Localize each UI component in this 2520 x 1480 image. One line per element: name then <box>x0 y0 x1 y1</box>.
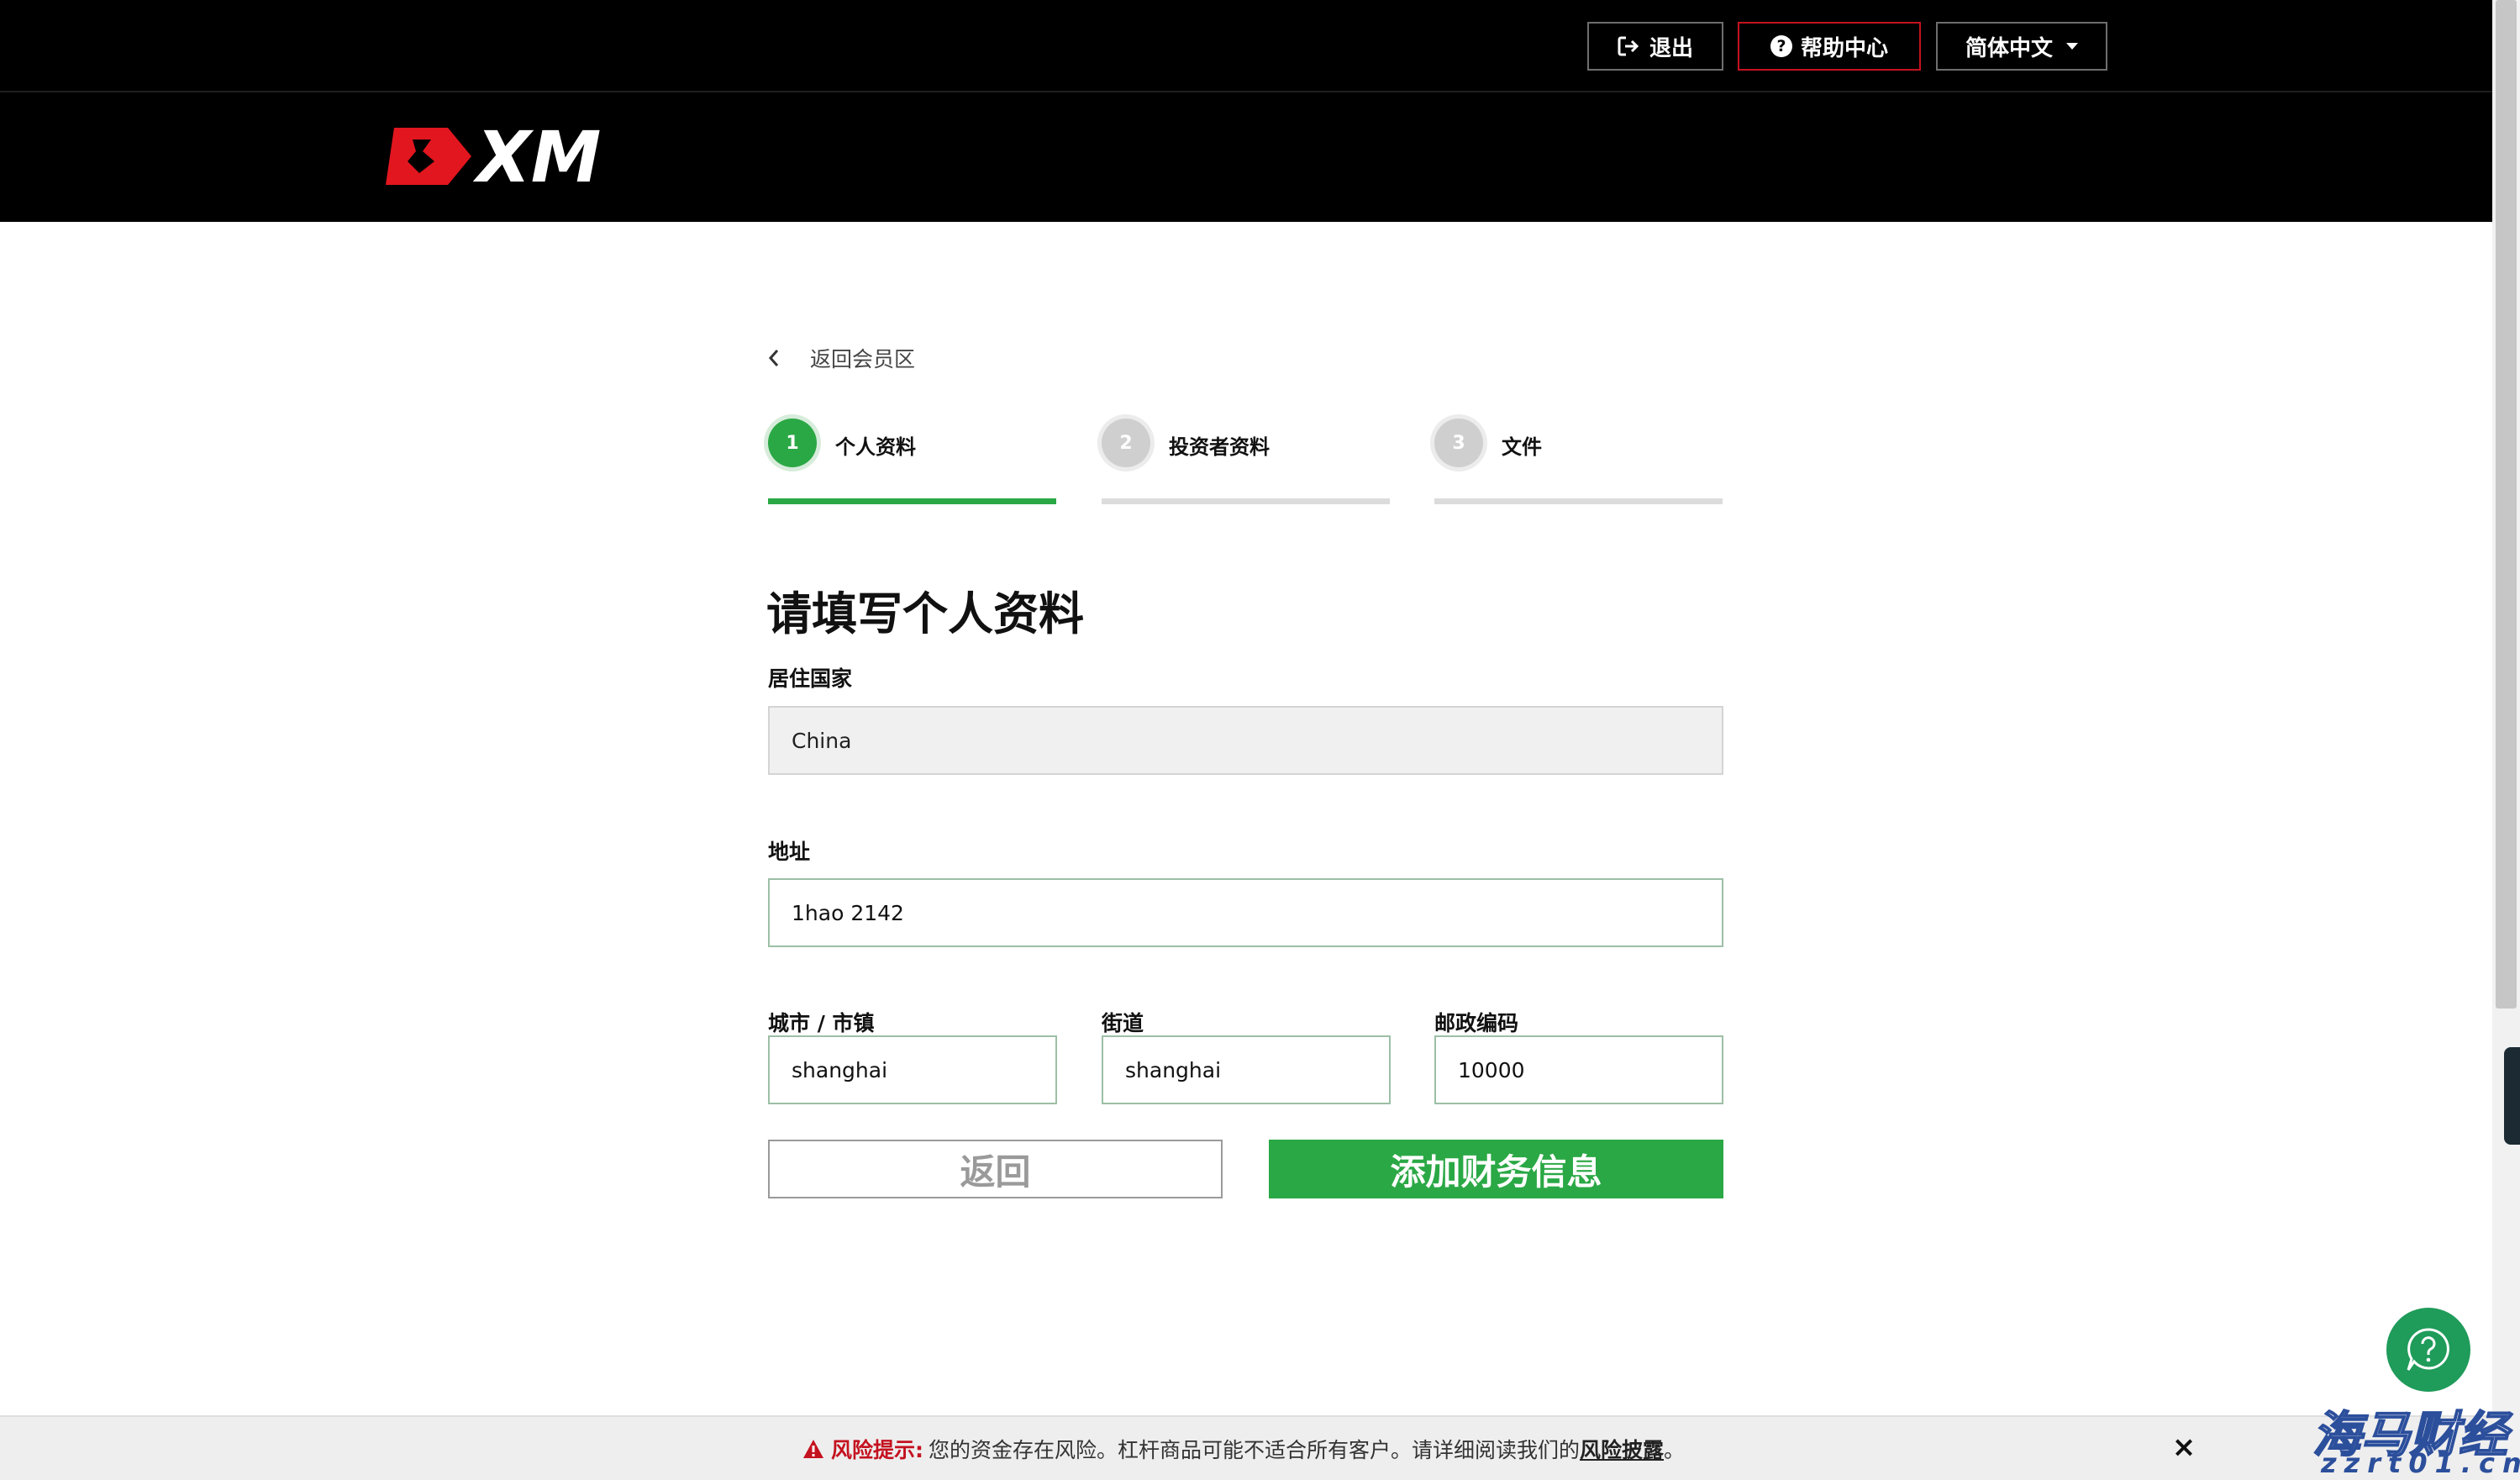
risk-warning-suffix: 。 <box>1664 1438 1686 1462</box>
header-divider <box>0 91 2492 92</box>
help-center-button[interactable]: ? 帮助中心 <box>1738 22 1921 71</box>
logout-button[interactable]: 退出 <box>1587 22 1723 71</box>
logout-icon <box>1618 36 1639 56</box>
city-field[interactable] <box>768 1035 1057 1104</box>
risk-warning-body: 您的资金存在风险。杠杆商品可能不适合所有客户。请详细阅读我们的 <box>929 1438 1581 1462</box>
help-center-label: 帮助中心 <box>1800 35 1888 61</box>
step-documents[interactable]: 3 文件 <box>1434 419 1723 504</box>
warning-triangle-icon <box>803 1440 823 1458</box>
risk-warning-prefix: 风险提示: <box>831 1438 923 1462</box>
top-header: 退出 ? 帮助中心 简体中文 XM <box>0 0 2492 222</box>
country-label: 居住国家 <box>768 666 853 691</box>
chevron-left-icon <box>768 350 779 366</box>
logout-label: 退出 <box>1649 35 1693 61</box>
caret-down-icon <box>2066 43 2078 50</box>
question-circle-icon: ? <box>1770 35 1792 57</box>
postal-code-label: 邮政编码 <box>1434 1011 1519 1035</box>
side-widget-tab[interactable] <box>2504 1047 2520 1145</box>
address-label: 地址 <box>768 840 811 864</box>
logo-text: XM <box>472 123 601 188</box>
step-number: 1 <box>768 419 817 467</box>
scrollbar-thumb[interactable] <box>2496 0 2517 1009</box>
language-select[interactable]: 简体中文 <box>1936 22 2107 71</box>
language-label: 简体中文 <box>1965 35 2053 61</box>
back-to-members-link[interactable]: 返回会员区 <box>766 341 915 375</box>
street-field[interactable] <box>1102 1035 1391 1104</box>
risk-warning-banner: 风险提示: 您的资金存在风险。杠杆商品可能不适合所有客户。请详细阅读我们的 风险… <box>0 1415 2492 1480</box>
step-number: 2 <box>1102 419 1150 467</box>
help-bubble-icon <box>2407 1328 2449 1371</box>
step-label: 投资者资料 <box>1169 435 1270 459</box>
back-to-members-label: 返回会员区 <box>810 347 916 371</box>
step-label: 文件 <box>1502 435 1542 459</box>
risk-warning-text: 风险提示: 您的资金存在风险。杠杆商品可能不适合所有客户。请详细阅读我们的 风险… <box>802 1434 1685 1464</box>
postal-code-field[interactable] <box>1434 1035 1723 1104</box>
country-field[interactable] <box>768 706 1723 775</box>
step-progress-bar <box>1434 498 1723 504</box>
city-label: 城市 / 市镇 <box>768 1011 875 1035</box>
page-title: 请填写个人资料 <box>766 587 1084 640</box>
step-investor-info[interactable]: 2 投资者资料 <box>1102 419 1390 504</box>
address-field[interactable] <box>768 878 1723 947</box>
xm-logo: XM <box>386 123 601 188</box>
help-chat-button[interactable] <box>2386 1308 2470 1392</box>
step-personal-info[interactable]: 1 个人资料 <box>768 419 1056 504</box>
step-label: 个人资料 <box>835 435 916 459</box>
step-progress-bar <box>1102 498 1390 504</box>
back-button[interactable]: 返回 <box>768 1140 1223 1198</box>
step-progress-bar <box>768 498 1056 504</box>
step-number: 3 <box>1434 419 1483 467</box>
add-financial-info-button[interactable]: 添加财务信息 <box>1269 1140 1723 1198</box>
street-label: 街道 <box>1102 1011 1144 1035</box>
close-icon[interactable]: × <box>2171 1430 2196 1464</box>
watermark-url: zzrt01.cn <box>2321 1447 2520 1479</box>
risk-disclosure-link[interactable]: 风险披露 <box>1580 1434 1664 1464</box>
